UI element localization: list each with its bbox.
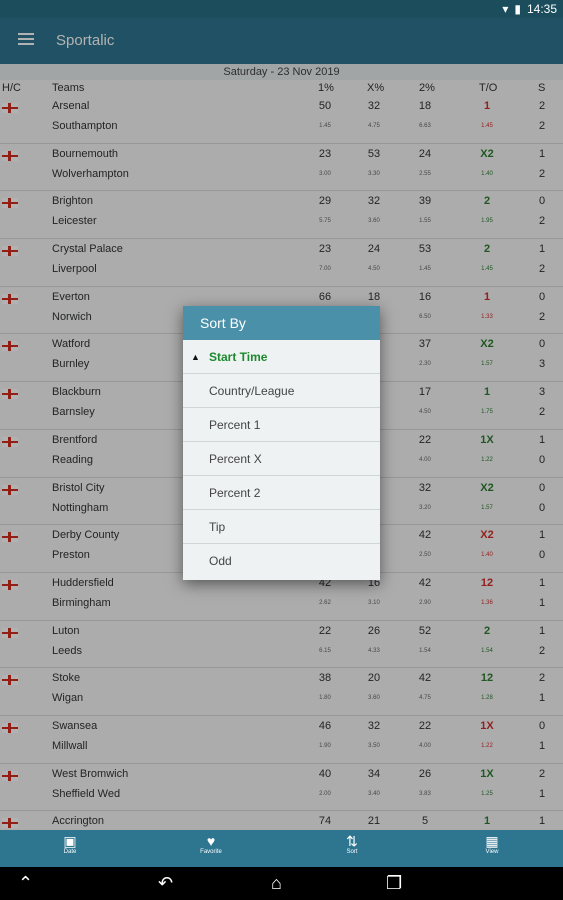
sort-option-label: Odd: [209, 554, 232, 568]
system-up-icon[interactable]: ⌃: [18, 873, 33, 894]
nav-sort-label: Sort: [346, 849, 358, 855]
battery-icon: ▮: [514, 2, 521, 16]
back-icon[interactable]: ↶: [158, 873, 173, 894]
sort-option-label: Start Time: [209, 350, 268, 364]
sort-dialog-title: Sort By: [183, 306, 380, 340]
nav-date-label: Date: [63, 849, 77, 855]
status-time: 14:35: [526, 2, 557, 16]
sort-option-label: Tip: [209, 520, 226, 534]
sort-option-label: Country/League: [209, 384, 295, 398]
nav-favorite[interactable]: ♥ Favorite: [176, 833, 246, 855]
home-icon[interactable]: ⌂: [271, 873, 282, 894]
sort-option-odd[interactable]: Odd: [183, 544, 380, 578]
nav-sort[interactable]: ⇅ Sort: [317, 833, 387, 855]
sort-option-label: Percent 1: [209, 418, 261, 432]
nav-favorite-label: Favorite: [200, 849, 222, 855]
nav-date[interactable]: ▣ Date: [35, 833, 105, 855]
sort-option-country-league[interactable]: Country/League: [183, 374, 380, 408]
sort-option-percent-1[interactable]: Percent 1: [183, 408, 380, 442]
heart-icon: ♥: [206, 833, 216, 849]
sort-option-percent-x[interactable]: Percent X: [183, 442, 380, 476]
sort-option-tip[interactable]: Tip: [183, 510, 380, 544]
system-nav-bar: ⌃ ↶ ⌂ ❐: [0, 867, 563, 900]
sort-icon: ⇅: [346, 833, 358, 849]
wifi-icon: ▾: [502, 2, 509, 16]
nav-view-label: View: [485, 849, 499, 855]
sort-option-percent-2[interactable]: Percent 2: [183, 476, 380, 510]
sort-option-label: Percent 2: [209, 486, 261, 500]
grid-icon: ▦: [485, 833, 499, 849]
arrow-up-icon: ▲: [191, 352, 200, 362]
sort-option-start-time[interactable]: ▲ Start Time: [183, 340, 380, 374]
calendar-icon: ▣: [63, 833, 77, 849]
nav-view[interactable]: ▦ View: [457, 833, 527, 855]
recents-icon[interactable]: ❐: [386, 873, 402, 894]
bottom-nav: ▣ Date ♥ Favorite ⇅ Sort ▦ View: [0, 830, 563, 867]
sort-dialog: Sort By ▲ Start Time Country/League Perc…: [183, 306, 380, 580]
sort-option-label: Percent X: [209, 452, 262, 466]
status-bar: ▾ ▮ 14:35: [0, 0, 563, 18]
